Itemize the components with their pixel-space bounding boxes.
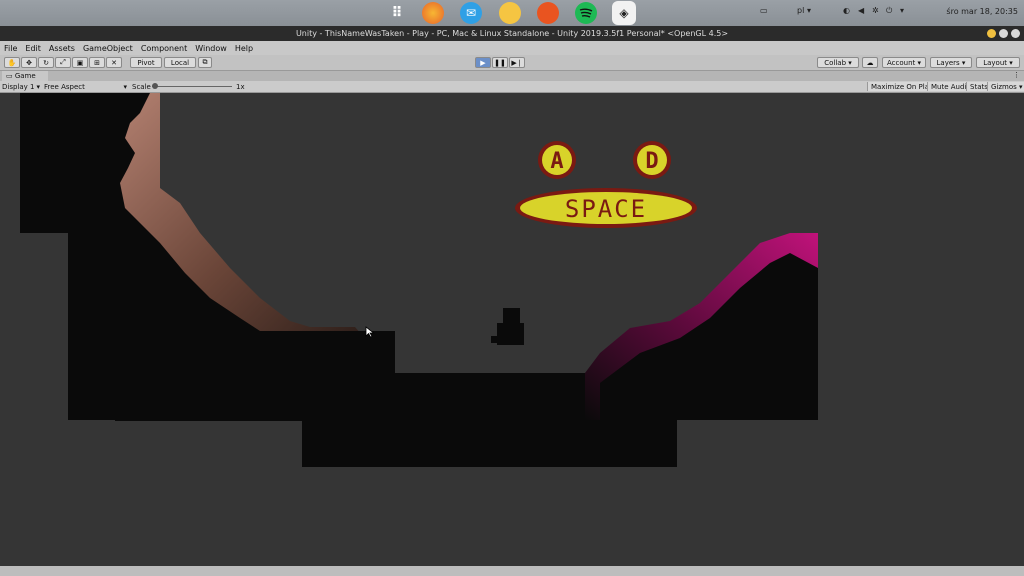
- network-icon[interactable]: ◐: [843, 6, 850, 15]
- play-button[interactable]: ▶: [475, 57, 491, 68]
- camera-icon[interactable]: ▭: [760, 6, 768, 15]
- game-viewport[interactable]: A D SPACE: [0, 93, 1024, 566]
- cloud-icon[interactable]: ☁: [862, 57, 878, 68]
- maximize-button[interactable]: [999, 29, 1008, 38]
- account-dropdown[interactable]: Account ▾: [882, 57, 926, 68]
- menu-gameobject[interactable]: GameObject: [79, 44, 137, 53]
- rect-tool-icon[interactable]: ▣: [72, 57, 88, 68]
- apps-grid-icon[interactable]: ⠿: [386, 2, 408, 24]
- mouse-cursor-icon: [365, 326, 375, 338]
- snap-icon[interactable]: ⧉: [198, 57, 212, 68]
- layout-label: Layout: [983, 58, 1008, 67]
- tab-menu-icon[interactable]: ⋮: [1013, 71, 1020, 79]
- local-toggle[interactable]: Local: [164, 57, 196, 68]
- stats-label: Stats: [970, 82, 988, 91]
- ground-floor: [380, 373, 620, 421]
- scale-slider-track: [152, 86, 232, 87]
- layers-dropdown[interactable]: Layers ▾: [930, 57, 972, 68]
- chevron-down-icon: ▾: [123, 82, 127, 91]
- game-controls-bar: Display 1 ▾ Free Aspect ▾ Scale 1x Maxim…: [0, 81, 1024, 93]
- player-character: [491, 308, 524, 345]
- menu-edit[interactable]: Edit: [21, 44, 45, 53]
- software-icon[interactable]: [537, 2, 559, 24]
- level-block: [115, 331, 395, 421]
- account-label: Account: [886, 58, 916, 67]
- pivot-toggle[interactable]: Pivot: [130, 57, 162, 68]
- game-tab-label: Game: [14, 72, 36, 80]
- pivot-label: Pivot: [137, 58, 155, 67]
- gizmos-dropdown[interactable]: Gizmos ▾: [987, 82, 1024, 91]
- menu-help[interactable]: Help: [231, 44, 257, 53]
- desktop-top-bar: ⠿ ✉ ◈ ▭ pl ▾ ◐ ◀ ✲ ⏻ ▾ śro mar 18, 20:35: [0, 0, 1024, 26]
- window-title: Unity - ThisNameWasTaken - Play - PC, Ma…: [295, 29, 729, 38]
- firefox-icon[interactable]: [422, 2, 444, 24]
- scale-slider[interactable]: [152, 82, 232, 91]
- key-space-prompt: SPACE: [515, 188, 697, 228]
- step-button[interactable]: ▶❘: [509, 57, 525, 68]
- key-d-label: D: [645, 149, 658, 174]
- menu-component[interactable]: Component: [137, 44, 191, 53]
- display-label: Display 1: [2, 82, 35, 91]
- rotate-tool-icon[interactable]: ↻: [38, 57, 54, 68]
- transform-tool-icon[interactable]: ⊞: [89, 57, 105, 68]
- key-space-label: SPACE: [565, 195, 647, 223]
- scale-tool-icon[interactable]: ⤢: [55, 57, 71, 68]
- mail-icon[interactable]: ✉: [460, 2, 482, 24]
- unity-icon[interactable]: ◈: [612, 1, 636, 25]
- game-tab-icon: ▭: [6, 72, 15, 80]
- chevron-down-icon: ▾: [36, 82, 40, 91]
- power-icon[interactable]: ⏻: [886, 6, 892, 16]
- ground-pit: [302, 420, 677, 467]
- aspect-label: Free Aspect: [44, 82, 85, 91]
- maximize-on-play-toggle[interactable]: Maximize On Play: [867, 82, 937, 91]
- main-toolbar: ✋ ✥ ↻ ⤢ ▣ ⊞ ✕ Pivot Local ⧉ ▶ ❚❚ ▶❘ Coll…: [0, 55, 1024, 71]
- custom-tool-icon[interactable]: ✕: [106, 57, 122, 68]
- status-bar: [0, 566, 1024, 576]
- language-indicator[interactable]: pl: [797, 6, 804, 15]
- hand-tool-icon[interactable]: ✋: [4, 57, 20, 68]
- gizmos-label: Gizmos: [991, 82, 1017, 91]
- mute-label: Mute Audio: [931, 82, 971, 91]
- local-label: Local: [170, 58, 190, 67]
- chevron-down-icon[interactable]: ▾: [900, 6, 904, 15]
- window-title-bar: Unity - ThisNameWasTaken - Play - PC, Ma…: [0, 26, 1024, 41]
- level-block: [20, 93, 115, 233]
- key-d-prompt: D: [633, 141, 671, 179]
- aspect-dropdown[interactable]: Free Aspect ▾: [44, 82, 127, 91]
- menu-file[interactable]: File: [0, 44, 21, 53]
- scale-value: 1x: [236, 82, 245, 91]
- maximize-label: Maximize On Play: [871, 82, 934, 91]
- spotify-waves-icon: [579, 8, 593, 18]
- menu-assets[interactable]: Assets: [45, 44, 79, 53]
- level-block: [68, 233, 115, 420]
- volume-icon[interactable]: ◀: [858, 6, 864, 15]
- close-button[interactable]: [1011, 29, 1020, 38]
- brightness-icon[interactable]: ✲: [872, 6, 879, 15]
- game-tab-bar: ▭ Game ⋮: [0, 71, 1024, 81]
- layers-label: Layers: [936, 58, 960, 67]
- files-icon[interactable]: [499, 2, 521, 24]
- spotify-icon[interactable]: [575, 2, 597, 24]
- clock[interactable]: śro mar 18, 20:35: [946, 7, 1018, 16]
- minimize-button[interactable]: [987, 29, 996, 38]
- tab-game[interactable]: ▭ Game: [2, 71, 48, 81]
- collab-label: Collab ▾: [824, 58, 852, 67]
- menu-window[interactable]: Window: [191, 44, 231, 53]
- move-tool-icon[interactable]: ✥: [21, 57, 37, 68]
- key-a-label: A: [550, 149, 563, 174]
- display-dropdown[interactable]: Display 1 ▾: [2, 82, 40, 91]
- pause-button[interactable]: ❚❚: [492, 57, 508, 68]
- scale-label: Scale: [132, 82, 151, 91]
- game-scene: A D SPACE: [20, 93, 818, 467]
- scale-slider-thumb[interactable]: [152, 83, 158, 89]
- layout-dropdown[interactable]: Layout ▾: [976, 57, 1020, 68]
- chevron-down-icon[interactable]: ▾: [807, 6, 811, 15]
- collab-dropdown[interactable]: Collab ▾: [817, 57, 859, 68]
- key-a-prompt: A: [538, 141, 576, 179]
- menu-bar: File Edit Assets GameObject Component Wi…: [0, 41, 1024, 55]
